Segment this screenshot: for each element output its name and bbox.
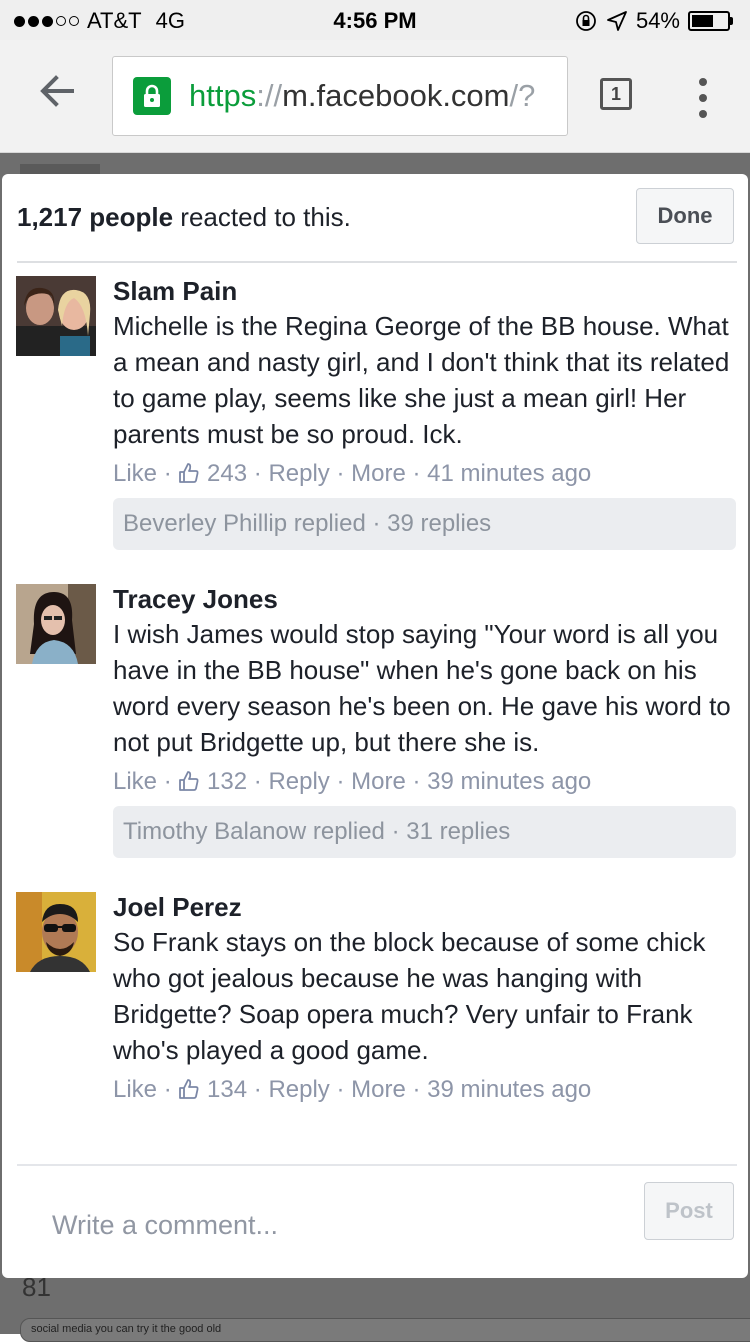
url-text: https://m.facebook.com/? [189, 78, 536, 113]
comment-list: Slam Pain Michelle is the Regina George … [2, 274, 748, 1106]
battery-icon [688, 11, 733, 31]
thumbs-up-icon [179, 771, 199, 791]
composer-divider [17, 1164, 737, 1166]
header-divider [17, 261, 737, 263]
lock-icon [133, 77, 171, 115]
location-icon [607, 11, 627, 31]
post-button[interactable]: Post [644, 1182, 734, 1240]
comment-item: Tracey Jones I wish James would stop say… [2, 582, 748, 858]
avatar[interactable] [16, 276, 96, 356]
comment-text: Michelle is the Regina George of the BB … [113, 311, 730, 449]
tab-switcher-button[interactable]: 1 [600, 78, 632, 110]
address-bar[interactable]: https://m.facebook.com/? [112, 56, 568, 136]
status-bar: AT&T 4G 4:56 PM 54% [0, 0, 750, 40]
browser-toolbar: https://m.facebook.com/? 1 [0, 40, 750, 153]
replies-button[interactable]: Timothy Balanow replied · 31 replies [113, 806, 736, 858]
done-button[interactable]: Done [636, 188, 734, 244]
dialog-header: 1,217 people reacted to this. Done [2, 174, 748, 262]
comment-actions: Like · 132 · Reply · More · 39 minutes a… [113, 768, 592, 795]
comment-author[interactable]: Slam Pain [113, 274, 736, 308]
thumbs-up-icon [179, 1079, 199, 1099]
like-link[interactable]: Like [113, 1076, 157, 1103]
comment-time: 39 minutes ago [427, 1076, 592, 1103]
overflow-menu-icon[interactable] [696, 78, 710, 118]
replies-button[interactable]: Beverley Phillip replied · 39 replies [113, 498, 736, 550]
like-count[interactable]: 132 [207, 768, 247, 795]
comment-text: So Frank stays on the block because of s… [113, 927, 706, 1065]
reaction-summary[interactable]: 1,217 people reacted to this. [17, 202, 351, 233]
like-count[interactable]: 134 [207, 1076, 247, 1103]
more-link[interactable]: More [351, 768, 406, 795]
more-link[interactable]: More [351, 460, 406, 487]
comment-actions: Like · 134 · Reply · More · 39 minutes a… [113, 1076, 592, 1103]
comment-author[interactable]: Tracey Jones [113, 582, 736, 616]
avatar[interactable] [16, 892, 96, 972]
reply-link[interactable]: Reply [268, 1076, 329, 1103]
comment-time: 41 minutes ago [427, 460, 592, 487]
background-caption: social media you can try it the good old [20, 1318, 750, 1342]
reply-link[interactable]: Reply [268, 768, 329, 795]
reply-link[interactable]: Reply [268, 460, 329, 487]
more-link[interactable]: More [351, 1076, 406, 1103]
back-arrow-icon[interactable] [36, 70, 78, 112]
battery-percent: 54% [635, 8, 680, 33]
comment-actions: Like · 243 · Reply · More · 41 minutes a… [113, 460, 592, 487]
avatar[interactable] [16, 584, 96, 664]
comment-time: 39 minutes ago [427, 768, 592, 795]
comment-author[interactable]: Joel Perez [113, 890, 736, 924]
status-right: 54% [574, 8, 733, 34]
like-link[interactable]: Like [113, 768, 157, 795]
like-link[interactable]: Like [113, 460, 157, 487]
like-count[interactable]: 243 [207, 460, 247, 487]
comment-text: I wish James would stop saying "Your wor… [113, 619, 731, 757]
comments-dialog: 1,217 people reacted to this. Done Slam … [2, 174, 748, 1278]
rotation-lock-icon [576, 11, 596, 31]
comment-input[interactable]: Write a comment... [52, 1210, 278, 1241]
comment-item: Joel Perez So Frank stays on the block b… [2, 890, 748, 1106]
thumbs-up-icon [179, 463, 199, 483]
comment-item: Slam Pain Michelle is the Regina George … [2, 274, 748, 550]
